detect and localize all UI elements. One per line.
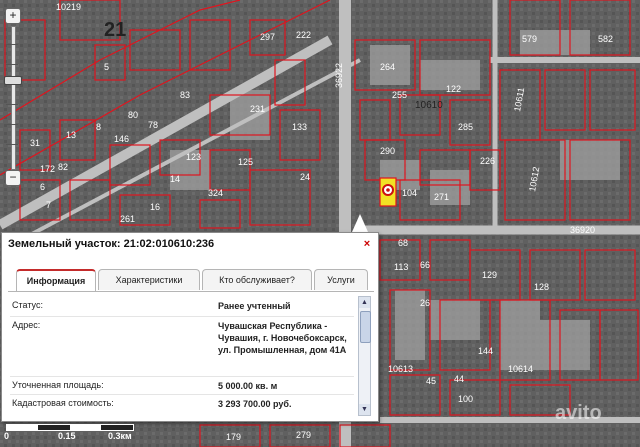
row-value: Ранее учтенный bbox=[218, 301, 291, 311]
parcel-number-label: 222 bbox=[296, 30, 311, 40]
parcel-number-label: 579 bbox=[522, 34, 537, 44]
parcel-info-popup: Земельный участок: 21:02:010610:236 × Ин… bbox=[1, 232, 379, 422]
tab-info[interactable]: Информация bbox=[16, 269, 96, 292]
parcel-number-label: 5 bbox=[104, 62, 109, 72]
parcel-number-label: 31 bbox=[30, 138, 40, 148]
parcel-number-label: 45 bbox=[426, 376, 436, 386]
parcel-number-label: 6 bbox=[40, 182, 45, 192]
info-panel: Статус: Ранее учтенный Адрес: Чувашская … bbox=[8, 291, 374, 418]
zoom-in-button[interactable]: + bbox=[5, 8, 21, 24]
parcel-number-label: 82 bbox=[58, 162, 68, 172]
parcel-number-label: 128 bbox=[534, 282, 549, 292]
parcel-number-label: 24 bbox=[300, 172, 310, 182]
map-scale-bar: 0 0.15 0.3км bbox=[0, 420, 140, 447]
parcel-number-label: 172 bbox=[40, 164, 55, 174]
zoom-control: + − bbox=[4, 8, 22, 188]
zoom-tick bbox=[6, 144, 18, 145]
street-number-label: 36920 bbox=[570, 225, 595, 235]
popup-pointer bbox=[352, 214, 368, 232]
scroll-down-icon[interactable]: ▼ bbox=[359, 404, 370, 415]
scroll-up-icon[interactable]: ▲ bbox=[359, 297, 370, 308]
street-number-label: 36922 bbox=[334, 63, 344, 88]
parcel-number-label: 255 bbox=[392, 90, 407, 100]
parcel-number-label: 271 bbox=[434, 192, 449, 202]
scale-label: 0.15 bbox=[58, 431, 76, 441]
row-label: Уточненная площадь: bbox=[12, 380, 104, 390]
parcel-number-label: 8 bbox=[96, 122, 101, 132]
scale-bar-graphic bbox=[6, 424, 134, 431]
parcel-number-label: 125 bbox=[238, 157, 253, 167]
row-value: 5 000.00 кв. м bbox=[218, 381, 278, 391]
parcel-number-label: 14 bbox=[170, 174, 180, 184]
parcel-number-label: 80 bbox=[128, 110, 138, 120]
parcel-number-label: 129 bbox=[482, 270, 497, 280]
parcel-number-label: 68 bbox=[398, 238, 408, 248]
zoom-tick bbox=[6, 44, 18, 45]
parcel-number-label: 44 bbox=[454, 374, 464, 384]
parcel-number-label: 231 bbox=[250, 104, 265, 114]
row-label: Статус: bbox=[12, 300, 43, 310]
row-divider bbox=[10, 376, 354, 377]
quarter-label: 10614 bbox=[508, 364, 533, 374]
parcel-number-label: 146 bbox=[114, 134, 129, 144]
zoom-out-button[interactable]: − bbox=[5, 170, 21, 186]
parcel-number-label: 133 bbox=[292, 122, 307, 132]
parcel-number-label: 324 bbox=[208, 188, 223, 198]
row-label: Адрес: bbox=[12, 320, 41, 330]
parcel-number-label: 285 bbox=[458, 122, 473, 132]
close-icon[interactable]: × bbox=[361, 238, 373, 250]
parcel-number-label: 582 bbox=[598, 34, 613, 44]
parcel-number-label: 104 bbox=[402, 188, 417, 198]
popup-title: Земельный участок: 21:02:010610:236 bbox=[8, 238, 215, 250]
parcel-number-label: 100 bbox=[458, 394, 473, 404]
parcel-number-label: 179 bbox=[226, 432, 241, 442]
parcel-number-label: 122 bbox=[446, 84, 461, 94]
parcel-marker-icon bbox=[382, 184, 394, 196]
tab-service-providers[interactable]: Кто обслуживает? bbox=[202, 269, 312, 290]
parcel-number-label: 279 bbox=[296, 430, 311, 440]
parcel-number-label: 261 bbox=[120, 214, 135, 224]
parcel-number-label: 226 bbox=[480, 156, 495, 166]
parcel-number-label: 290 bbox=[380, 146, 395, 156]
row-value: 3 293 700.00 руб. bbox=[218, 399, 292, 409]
parcel-number-label: 26 bbox=[420, 298, 430, 308]
zoom-slider-track[interactable] bbox=[11, 26, 16, 170]
parcel-number-label: 297 bbox=[260, 32, 275, 42]
panel-scrollbar[interactable]: ▲ ▼ bbox=[358, 296, 371, 416]
tab-services[interactable]: Услуги bbox=[314, 269, 368, 290]
row-value: Чувашская Республика - Чувашия, г. Новоч… bbox=[218, 321, 347, 355]
quarter-label: 10613 bbox=[388, 364, 413, 374]
quarter-label: 10219 bbox=[56, 2, 81, 12]
district-label: 21 bbox=[104, 19, 126, 41]
zoom-tick bbox=[6, 104, 18, 105]
row-divider bbox=[10, 394, 354, 395]
zoom-slider-handle[interactable] bbox=[4, 76, 22, 85]
parcel-number-label: 83 bbox=[180, 90, 190, 100]
parcel-number-label: 144 bbox=[478, 346, 493, 356]
parcel-number-label: 78 bbox=[148, 120, 158, 130]
scrollbar-thumb[interactable] bbox=[360, 311, 371, 343]
tab-characteristics[interactable]: Характеристики bbox=[98, 269, 200, 290]
quarter-label: 10610 bbox=[415, 100, 443, 111]
parcel-number-label: 123 bbox=[186, 152, 201, 162]
parcel-number-label: 16 bbox=[150, 202, 160, 212]
parcel-number-label: 13 bbox=[66, 130, 76, 140]
scale-label: 0.3км bbox=[108, 431, 132, 441]
row-label: Кадастровая стоимость: bbox=[12, 398, 114, 408]
zoom-tick bbox=[6, 124, 18, 125]
parcel-number-label: 264 bbox=[380, 62, 395, 72]
parcel-number-label: 7 bbox=[46, 200, 51, 210]
scale-label: 0 bbox=[4, 431, 10, 441]
zoom-tick bbox=[6, 64, 18, 65]
parcel-number-label: 66 bbox=[420, 260, 430, 270]
parcel-number-label: 113 bbox=[394, 262, 408, 272]
row-divider bbox=[10, 316, 354, 317]
avito-watermark: avito bbox=[555, 402, 602, 424]
